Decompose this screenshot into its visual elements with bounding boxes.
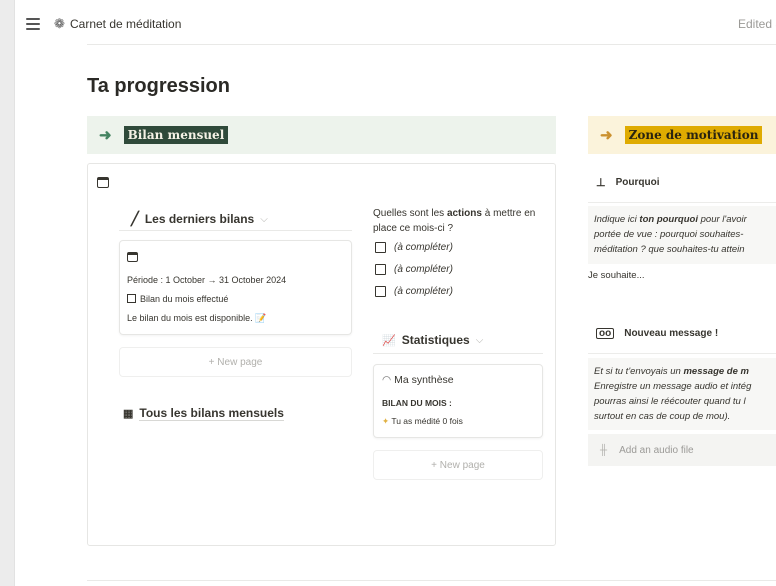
checkbox[interactable]	[127, 294, 136, 303]
callout-line: surtout en cas de coup de mou).	[594, 411, 731, 422]
checkbox-label: Bilan du mois effectué	[140, 294, 229, 304]
actions-question: Quelles sont les actions à mettre en pla…	[373, 206, 549, 236]
bilan-mensuel-header: ➜ Bilan mensuel	[87, 116, 556, 154]
message-callout: Et si tu t'envoyais un message de m Enre…	[588, 358, 776, 430]
stats-label: Statistiques	[401, 333, 470, 347]
todo-item[interactable]: (à compléter)	[375, 286, 453, 297]
arrow-right-icon: ➜	[99, 127, 112, 144]
divider	[119, 230, 352, 231]
todo-label: (à compléter)	[394, 242, 453, 253]
page-icon: ❁	[54, 16, 65, 31]
bilan-mensuel-tag: Bilan mensuel	[123, 126, 229, 144]
page-breadcrumb[interactable]: Carnet de méditation	[70, 17, 181, 31]
synthese-label: BILAN DU MOIS :	[382, 398, 452, 408]
bilan-checkbox-row[interactable]: Bilan du mois effectué	[127, 294, 228, 304]
message-title: Nouveau message !	[624, 328, 719, 339]
checkbox[interactable]	[375, 264, 386, 275]
new-page-button[interactable]: + New page	[373, 450, 543, 480]
rainbow-icon: ◠	[382, 374, 392, 386]
synthese-line: ✦ Tu as médité 0 fois	[382, 416, 463, 427]
callout-line: Et si tu t'envoyais un message de m	[594, 366, 749, 377]
menu-icon[interactable]	[26, 18, 40, 30]
callout-line: Enregistre un message audio et intég	[594, 381, 752, 392]
synthese-title: Ma synthèse	[394, 374, 454, 386]
motivation-header: ➜ Zone de motivation	[588, 116, 776, 154]
add-audio-label: Add an audio file	[619, 444, 694, 456]
synthese-title-row: ◠ Ma synthèse	[382, 374, 454, 386]
question-bold: actions	[446, 208, 482, 219]
period-text: Période : 1 October → 31 October 2024	[127, 275, 287, 285]
edited-status: Edited 3	[738, 17, 776, 31]
todo-item[interactable]: (à compléter)	[375, 264, 453, 275]
pourquoi-answer[interactable]: Je souhaite...	[588, 270, 645, 281]
todo-item[interactable]: (à compléter)	[375, 242, 453, 253]
divider	[87, 44, 776, 45]
add-audio-button[interactable]: ╫ Add an audio file	[588, 434, 776, 466]
divider	[373, 353, 543, 354]
callout-line: pourras ainsi le réécouter quand tu l	[594, 396, 746, 407]
bilan-status-text: Le bilan du mois est disponible. 📝	[127, 313, 267, 323]
recent-bilans-heading[interactable]: ╱ Les derniers bilans ⌵	[131, 211, 268, 227]
page-title: Ta progression	[87, 75, 230, 97]
calendar-grid-icon: ▦	[123, 408, 134, 420]
chart-icon: 📈	[382, 334, 396, 347]
pourquoi-header: ⊥ Pourquoi	[588, 163, 776, 203]
checkbox[interactable]	[375, 242, 386, 253]
voicemail-icon: oo	[596, 328, 615, 339]
callout-line: Indique ici ton pourquoi pour l'avoir	[594, 214, 747, 225]
notion-window: ❁ Carnet de méditation Edited 3 Ta progr…	[14, 0, 776, 586]
synthese-value: Tu as médité 0 fois	[391, 416, 463, 426]
todo-label: (à compléter)	[394, 264, 453, 275]
waveform-icon: ╫	[600, 444, 608, 456]
sparkle-icon: ✦	[382, 416, 390, 426]
todo-label: (à compléter)	[394, 286, 453, 297]
question-text: Quelles sont les	[373, 208, 447, 219]
calendar-icon	[97, 177, 109, 188]
callout-line: méditation ? que souhaites-tu attein	[594, 244, 745, 255]
arrow-right-icon: ➜	[600, 127, 613, 144]
chevron-down-icon[interactable]: ⌵	[476, 335, 484, 346]
divider	[87, 580, 776, 581]
top-bar: ❁ Carnet de méditation Edited 3	[15, 0, 776, 50]
pourquoi-callout: Indique ici ton pourquoi pour l'avoir po…	[588, 206, 776, 264]
stats-heading[interactable]: 📈 Statistiques ⌵	[382, 333, 483, 347]
motivation-tag: Zone de motivation	[624, 126, 763, 144]
all-bilans-label: Tous les bilans mensuels	[139, 406, 284, 421]
checkbox[interactable]	[375, 286, 386, 297]
pencil-icon: ╱	[131, 211, 139, 226]
callout-line: portée de vue : pourquoi souhaites-	[594, 229, 744, 240]
new-page-button[interactable]: + New page	[119, 347, 352, 377]
chevron-down-icon[interactable]: ⌵	[260, 214, 268, 225]
recent-bilans-label: Les derniers bilans	[144, 212, 255, 226]
message-header: oo Nouveau message !	[588, 314, 776, 354]
pin-icon: ⊥	[596, 177, 606, 189]
calendar-icon	[127, 252, 138, 262]
pourquoi-title: Pourquoi	[615, 177, 660, 188]
all-bilans-link[interactable]: ▦ Tous les bilans mensuels	[123, 406, 284, 421]
